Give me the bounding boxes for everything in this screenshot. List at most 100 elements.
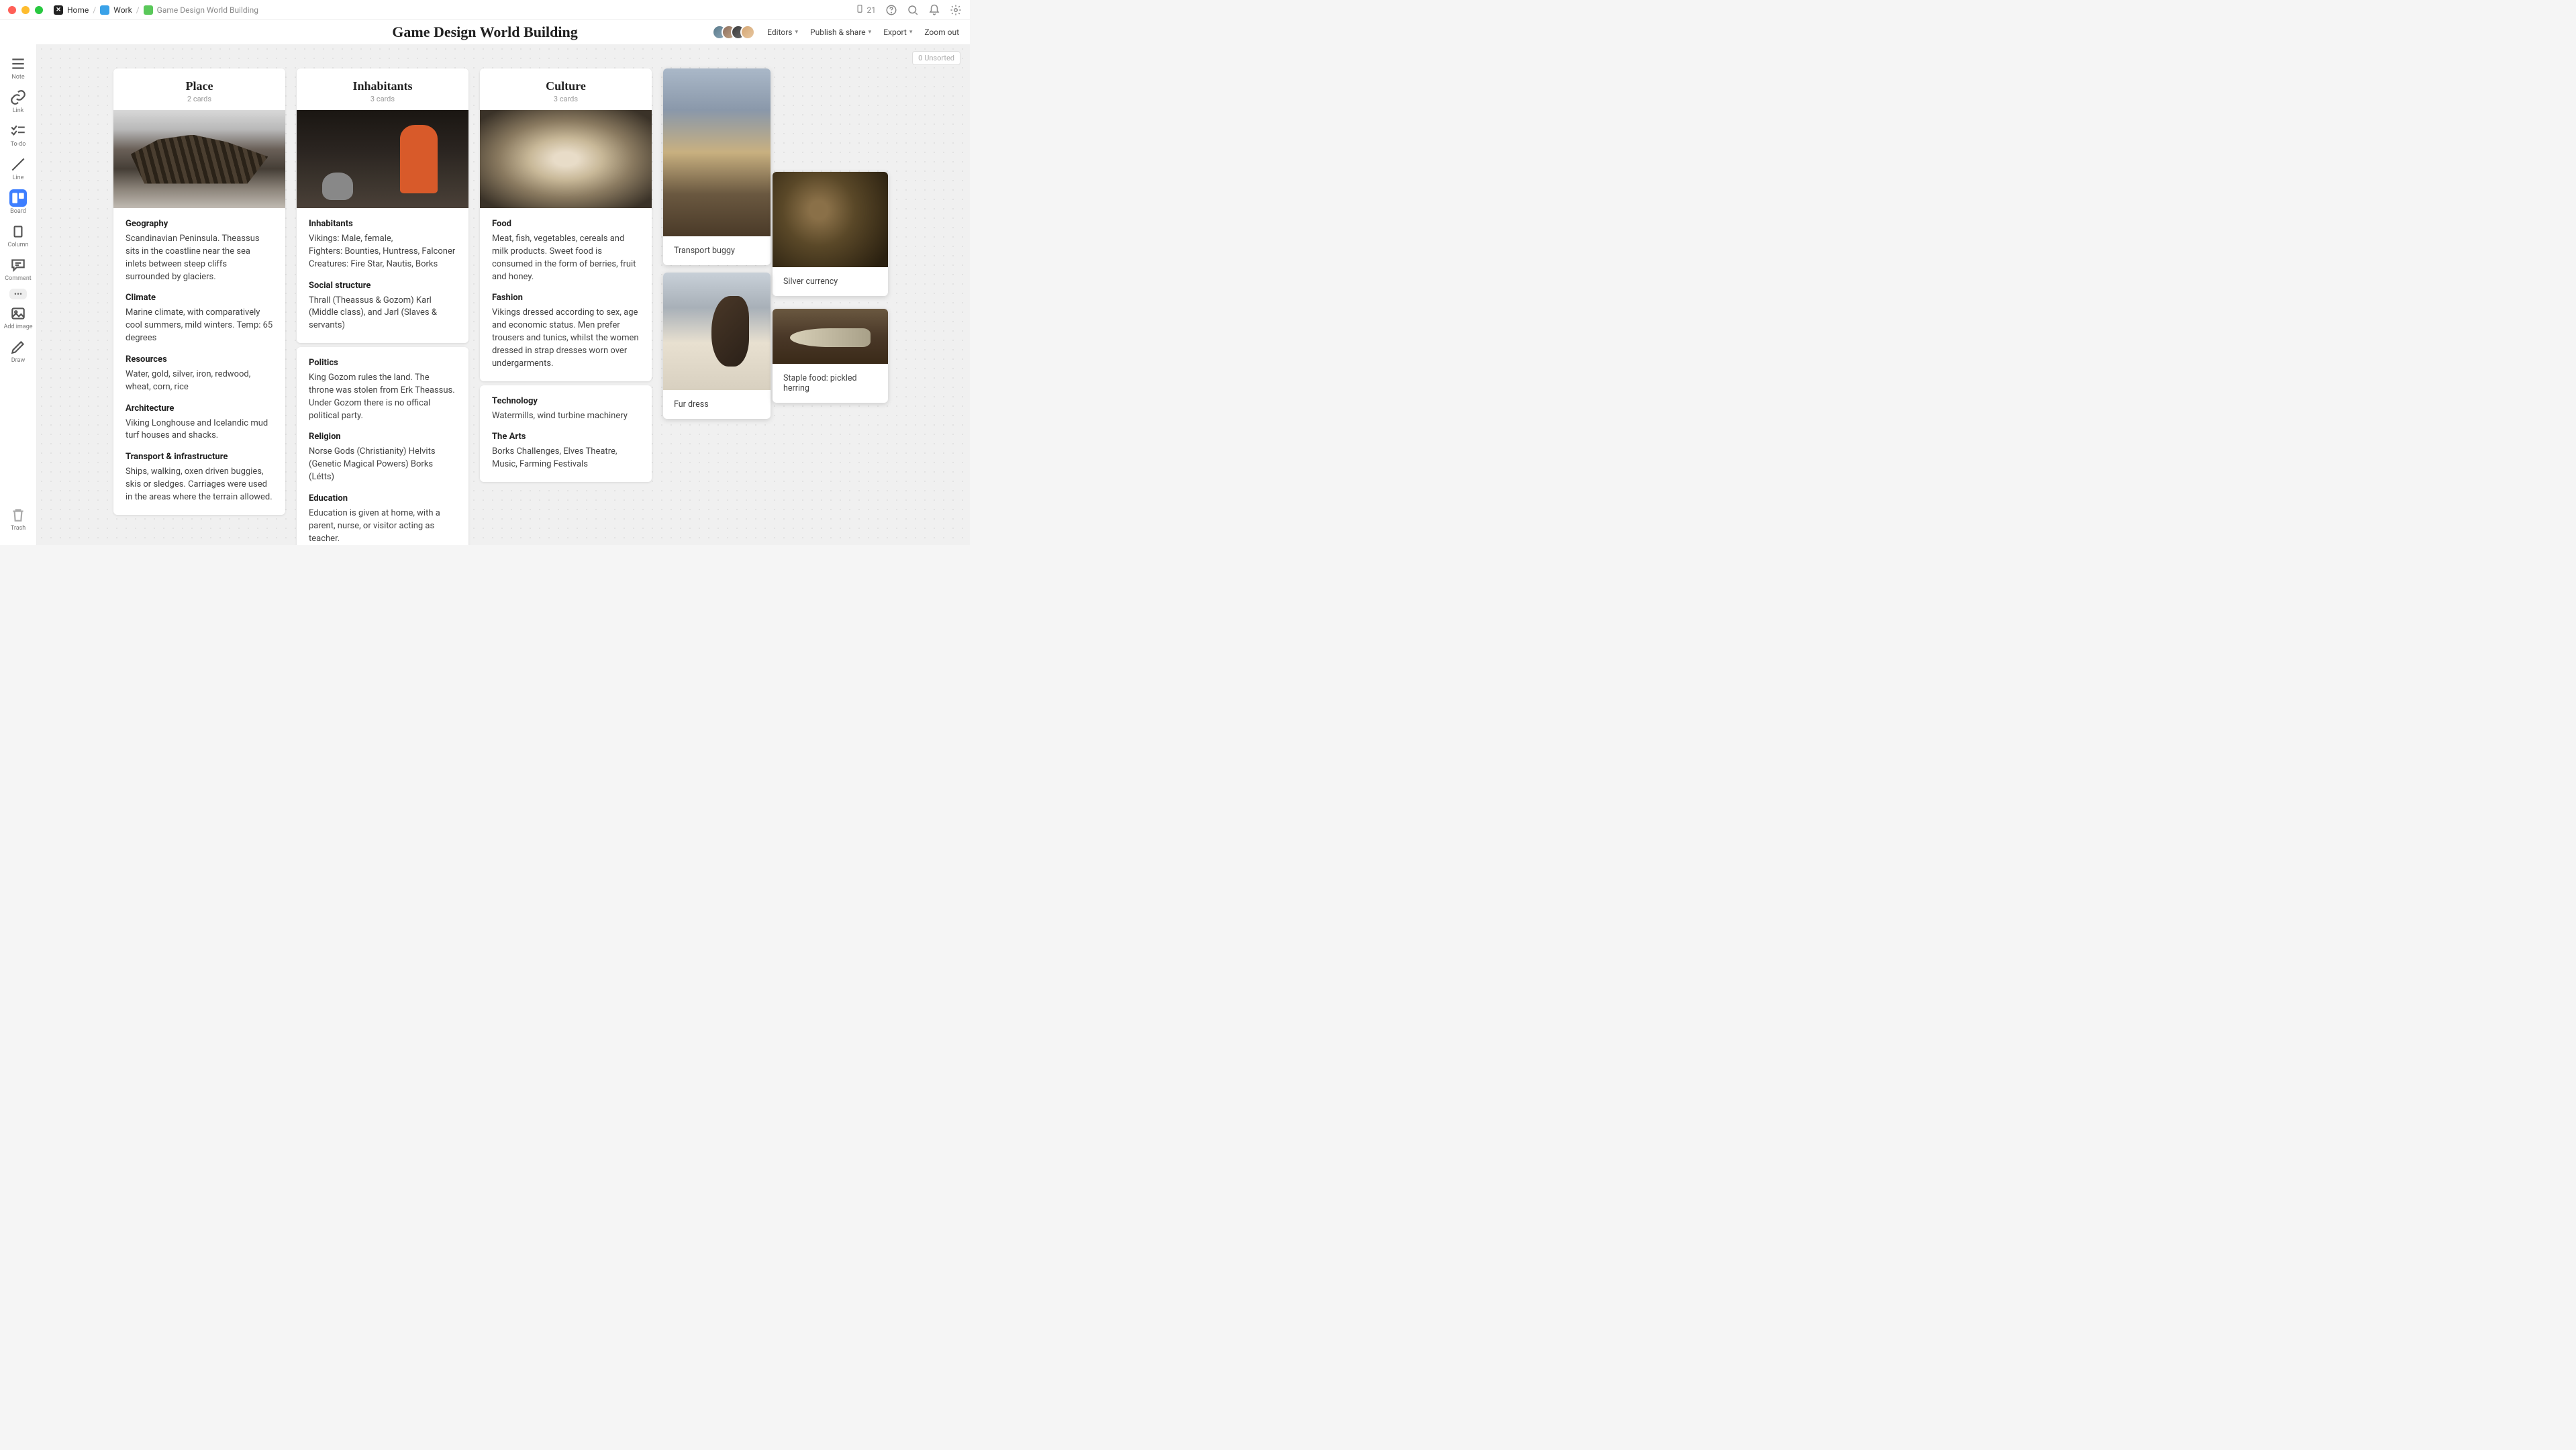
sidebar-item-line[interactable]: Line xyxy=(0,153,36,184)
column-count: 3 cards xyxy=(297,95,468,103)
titlebar: ✕ Home / Work / Game Design World Buildi… xyxy=(0,0,970,20)
sidebar-item-comment[interactable]: Comment xyxy=(0,254,36,285)
sidebar-item-label: Column xyxy=(7,242,28,248)
sidebar-item-column[interactable]: Column xyxy=(0,220,36,251)
card-image-buggy xyxy=(663,68,771,236)
chevron-down-icon: ▾ xyxy=(869,29,872,36)
export-button[interactable]: Export▾ xyxy=(883,28,912,37)
sidebar-item-link[interactable]: Link xyxy=(0,86,36,117)
section-text: Watermills, wind turbine machinery xyxy=(492,410,640,423)
unsorted-badge[interactable]: 0 Unsorted xyxy=(912,51,960,65)
bell-icon[interactable] xyxy=(928,4,940,16)
column-header[interactable]: Culture 3 cards xyxy=(480,68,652,110)
window-controls xyxy=(8,6,43,14)
sidebar-item-label: Link xyxy=(13,107,24,114)
sidebar-item-todo[interactable]: To-do xyxy=(0,119,36,150)
breadcrumb-current[interactable]: Game Design World Building xyxy=(157,5,258,15)
sidebar-item-label: Board xyxy=(10,208,26,215)
work-icon[interactable] xyxy=(100,5,109,15)
sidebar-item-label: Line xyxy=(13,175,24,181)
section-text: Viking Longhouse and Icelandic mud turf … xyxy=(126,418,273,443)
card-label: Transport buggy xyxy=(663,236,771,265)
section-heading: Architecture xyxy=(126,403,273,414)
column-title: Place xyxy=(113,79,285,93)
card-image-coins xyxy=(773,172,888,267)
card-body[interactable]: Geography Scandinavian Peninsula. Theass… xyxy=(113,208,285,515)
section-text: Education is given at home, with a paren… xyxy=(309,508,456,545)
section-heading: Religion xyxy=(309,432,456,442)
card-body[interactable]: Inhabitants Vikings: Male, female, Fight… xyxy=(297,208,468,343)
device-count[interactable]: 21 xyxy=(855,4,877,15)
help-icon[interactable] xyxy=(885,4,897,16)
trash-icon xyxy=(9,506,27,524)
column-title: Culture xyxy=(480,79,652,93)
card-image-fish xyxy=(773,309,888,364)
avatars[interactable] xyxy=(712,25,755,40)
card-image-fur xyxy=(663,273,771,390)
free-card-fish[interactable]: Staple food: pickled herring xyxy=(773,309,888,403)
section-text: Borks Challenges, Elves Theatre, Music, … xyxy=(492,446,640,471)
sidebar-item-label: To-do xyxy=(11,141,26,148)
section-heading: Fashion xyxy=(492,293,640,303)
search-icon[interactable] xyxy=(907,4,919,16)
section-text: Vikings dressed according to sex, age an… xyxy=(492,307,640,370)
breadcrumb-home[interactable]: Home xyxy=(67,5,89,15)
sidebar-item-board[interactable]: Board xyxy=(0,187,36,218)
column-title: Inhabitants xyxy=(297,79,468,93)
maximize-window-icon[interactable] xyxy=(35,6,43,14)
zoom-out-button[interactable]: Zoom out xyxy=(924,28,959,37)
sidebar-item-trash[interactable]: Trash xyxy=(0,503,36,534)
section-heading: Climate xyxy=(126,293,273,303)
sidebar-more-button[interactable]: ••• xyxy=(9,289,27,299)
close-window-icon[interactable] xyxy=(8,6,16,14)
minimize-window-icon[interactable] xyxy=(21,6,30,14)
breadcrumb-sep: / xyxy=(136,5,140,15)
column-place[interactable]: Place 2 cards Geography Scandinavian Pen… xyxy=(113,68,285,515)
section-heading: Transport & infrastructure xyxy=(126,452,273,462)
doc-icon[interactable] xyxy=(144,5,153,15)
column-header[interactable]: Inhabitants 3 cards xyxy=(297,68,468,110)
draw-icon xyxy=(9,338,27,356)
sidebar-item-draw[interactable]: Draw xyxy=(0,336,36,367)
sidebar: Note Link To-do Line Board Column Commen… xyxy=(0,44,37,545)
card-body[interactable]: Food Meat, fish, vegetables, cereals and… xyxy=(480,208,652,381)
add-image-icon xyxy=(9,305,27,322)
breadcrumb-work[interactable]: Work xyxy=(113,5,132,15)
gear-icon[interactable] xyxy=(950,4,962,16)
editors-button[interactable]: Editors▾ xyxy=(767,28,798,37)
card-label: Staple food: pickled herring xyxy=(773,364,888,403)
sidebar-item-label: Comment xyxy=(5,275,31,282)
column-header[interactable]: Place 2 cards xyxy=(113,68,285,110)
card[interactable]: Technology Watermills, wind turbine mach… xyxy=(480,385,652,483)
breadcrumb-sep: / xyxy=(93,5,96,15)
card-body[interactable]: Politics King Gozom rules the land. The … xyxy=(297,347,468,545)
avatar[interactable] xyxy=(740,25,755,40)
home-icon[interactable]: ✕ xyxy=(54,5,63,15)
card-image-vikings xyxy=(297,110,468,208)
column-inhabitants[interactable]: Inhabitants 3 cards Inhabitants Vikings:… xyxy=(297,68,468,545)
column-culture[interactable]: Culture 3 cards Food Meat, fish, vegetab… xyxy=(480,68,652,482)
chevron-down-icon: ▾ xyxy=(795,29,798,36)
free-card-coins[interactable]: Silver currency xyxy=(773,172,888,296)
comment-icon xyxy=(9,256,27,274)
card-body[interactable]: Technology Watermills, wind turbine mach… xyxy=(480,385,652,483)
section-text: Vikings: Male, female, Fighters: Bountie… xyxy=(309,233,456,271)
section-heading: Education xyxy=(309,493,456,503)
card-image-hands xyxy=(480,110,652,208)
section-heading: Inhabitants xyxy=(309,219,456,229)
sidebar-item-addimage[interactable]: Add image xyxy=(0,302,36,333)
publish-button[interactable]: Publish & share▾ xyxy=(810,28,871,37)
canvas[interactable]: 0 Unsorted Place 2 cards Geography Scand… xyxy=(37,44,970,545)
section-text: King Gozom rules the land. The throne wa… xyxy=(309,372,456,422)
section-heading: Politics xyxy=(309,358,456,368)
link-icon xyxy=(9,89,27,106)
header: Game Design World Building Editors▾ Publ… xyxy=(0,20,970,44)
card[interactable]: Politics King Gozom rules the land. The … xyxy=(297,347,468,545)
column-count: 2 cards xyxy=(113,95,285,103)
page-title: Game Design World Building xyxy=(392,23,577,41)
free-card-fur[interactable]: Fur dress xyxy=(663,273,771,419)
free-card-buggy[interactable]: Transport buggy xyxy=(663,68,771,265)
section-text: Norse Gods (Christianity) Helvits (Genet… xyxy=(309,446,456,484)
card-image-shipwreck xyxy=(113,110,285,208)
sidebar-item-note[interactable]: Note xyxy=(0,52,36,83)
